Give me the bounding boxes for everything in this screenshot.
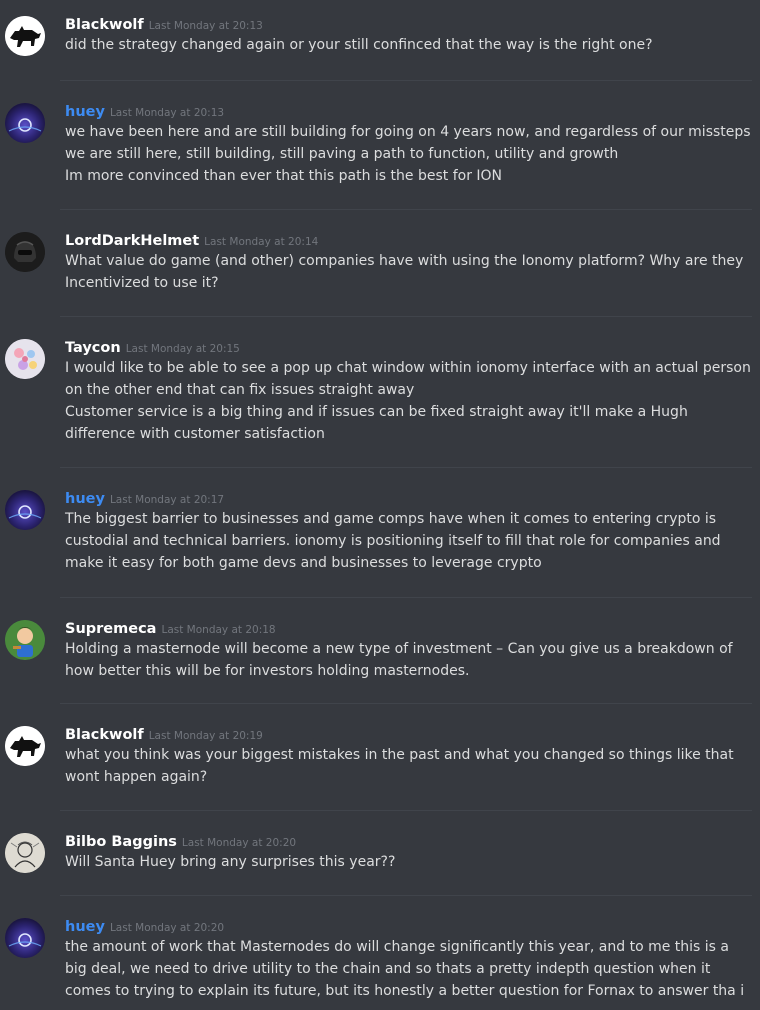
ion-orb-icon [5,490,45,530]
helmet-icon [5,232,45,272]
message-text: Im more convinced than ever that this pa… [65,168,503,184]
timestamp: Last Monday at 20:13 [109,107,225,119]
message-divider [60,895,752,896]
message-divider [60,209,752,210]
message-divider [60,316,752,317]
avatar[interactable] [5,103,45,143]
message-text: what you think was your biggest mistakes… [65,747,734,785]
avatar[interactable] [5,918,45,958]
message-text: What value do game (and other) companies… [65,253,744,291]
message-divider [60,597,752,598]
timestamp: Last Monday at 20:20 [109,922,225,934]
username[interactable]: huey [65,104,105,120]
username[interactable]: LordDarkHelmet [65,233,199,249]
ion-orb-icon [5,103,45,143]
message-text: we have been here and are still building… [65,124,751,162]
username[interactable]: Taycon [65,340,121,356]
timestamp: Last Monday at 20:18 [161,624,276,636]
username[interactable]: Supremeca [65,621,156,637]
username[interactable]: huey [65,919,105,935]
message-divider [60,80,752,81]
timestamp: Last Monday at 20:15 [125,343,240,355]
username[interactable]: Blackwolf [65,17,144,33]
ion-orb-icon [5,918,45,958]
flower-icon [5,339,45,379]
message-text: Holding a masternode will become a new t… [65,641,733,679]
message-text: Will Santa Huey bring any surprises this… [65,854,396,870]
timestamp: Last Monday at 20:13 [148,20,263,32]
avatar[interactable] [5,232,45,272]
avatar[interactable] [5,16,45,56]
message-divider [60,703,752,704]
message-text: did the strategy changed again or your s… [65,37,653,53]
timestamp: Last Monday at 20:20 [181,837,297,849]
timestamp: Last Monday at 20:14 [204,236,319,248]
wolf-icon [5,16,45,56]
username[interactable]: Bilbo Baggins [65,834,177,850]
avatar[interactable] [5,726,45,766]
avatar[interactable] [5,490,45,530]
message-divider [60,810,752,811]
avatar[interactable] [5,620,45,660]
wolf-icon [5,726,45,766]
message-text: The biggest barrier to businesses and ga… [65,511,721,571]
message-text: the amount of work that Masternodes do w… [65,939,745,999]
username[interactable]: Blackwolf [65,727,144,743]
message-text: I would like to be able to see a pop up … [65,360,751,398]
avatar[interactable] [5,833,45,873]
avatar[interactable] [5,339,45,379]
timestamp: Last Monday at 20:17 [109,494,225,506]
cartoon-character-icon [5,620,45,660]
sketch-portrait-icon [5,833,45,873]
timestamp: Last Monday at 20:19 [148,730,263,742]
username[interactable]: huey [65,491,105,507]
message-divider [60,467,752,468]
message-text: Customer service is a big thing and if i… [65,404,688,442]
